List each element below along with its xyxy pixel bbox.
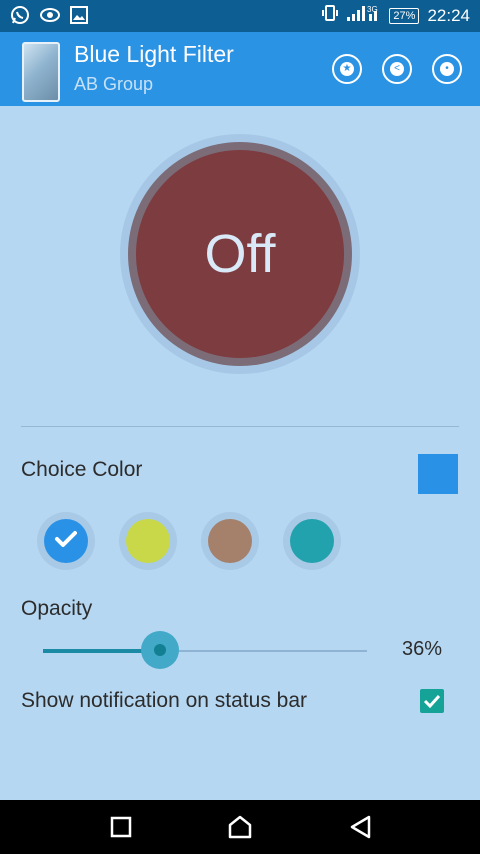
app-bar: Blue Light Filter AB Group ★ < •	[0, 32, 480, 106]
power-toggle-button[interactable]: Off	[136, 150, 344, 358]
recents-icon[interactable]	[108, 814, 134, 840]
color-option-blue[interactable]	[37, 512, 95, 570]
app-subtitle: AB Group	[74, 74, 154, 94]
color-swatch-blue	[44, 519, 88, 563]
share-button[interactable]: <	[382, 54, 412, 84]
rate-button[interactable]: ★	[332, 54, 362, 84]
notification-label: Show notification on status bar	[21, 689, 308, 712]
share-icon: <	[390, 62, 404, 76]
home-icon[interactable]	[227, 814, 253, 840]
power-toggle-label: Off	[204, 224, 276, 284]
color-option-yellow[interactable]	[119, 512, 177, 570]
battery-icon: 27%	[389, 7, 420, 24]
opacity-value: 36%	[402, 638, 443, 660]
star-icon: ★	[340, 62, 354, 76]
check-icon	[55, 530, 77, 553]
more-icon: •	[440, 62, 454, 76]
color-option-brown[interactable]	[201, 512, 259, 570]
choice-color-label: Choice Color	[21, 458, 143, 481]
opacity-slider-thumb[interactable]	[140, 631, 179, 669]
color-swatch-yellow	[126, 519, 170, 563]
opacity-slider[interactable]	[43, 631, 367, 669]
clock: 22:24	[427, 5, 470, 25]
back-icon[interactable]	[348, 814, 374, 840]
vibrate-icon	[321, 4, 339, 27]
more-button[interactable]: •	[432, 54, 462, 84]
color-swatch-brown	[208, 519, 252, 563]
eye-icon	[40, 7, 60, 28]
status-bar: 3G 27% 22:24	[0, 0, 480, 32]
opacity-label: Opacity	[21, 597, 93, 620]
whatsapp-icon	[10, 5, 30, 30]
navigation-bar	[0, 800, 480, 854]
divider	[21, 426, 459, 427]
selected-color-swatch[interactable]	[418, 454, 458, 494]
color-swatch-teal	[290, 519, 334, 563]
slider-thumb-core	[153, 644, 166, 656]
signal-icon: 3G	[347, 4, 381, 27]
notification-checkbox[interactable]	[420, 689, 444, 713]
power-toggle-container: Off	[120, 134, 360, 374]
image-icon	[70, 6, 88, 29]
checkmark-icon	[423, 694, 441, 708]
app-logo	[22, 42, 60, 102]
power-toggle-ring: Off	[128, 142, 352, 366]
color-option-teal[interactable]	[283, 512, 341, 570]
app-title: Blue Light Filter	[74, 41, 234, 67]
